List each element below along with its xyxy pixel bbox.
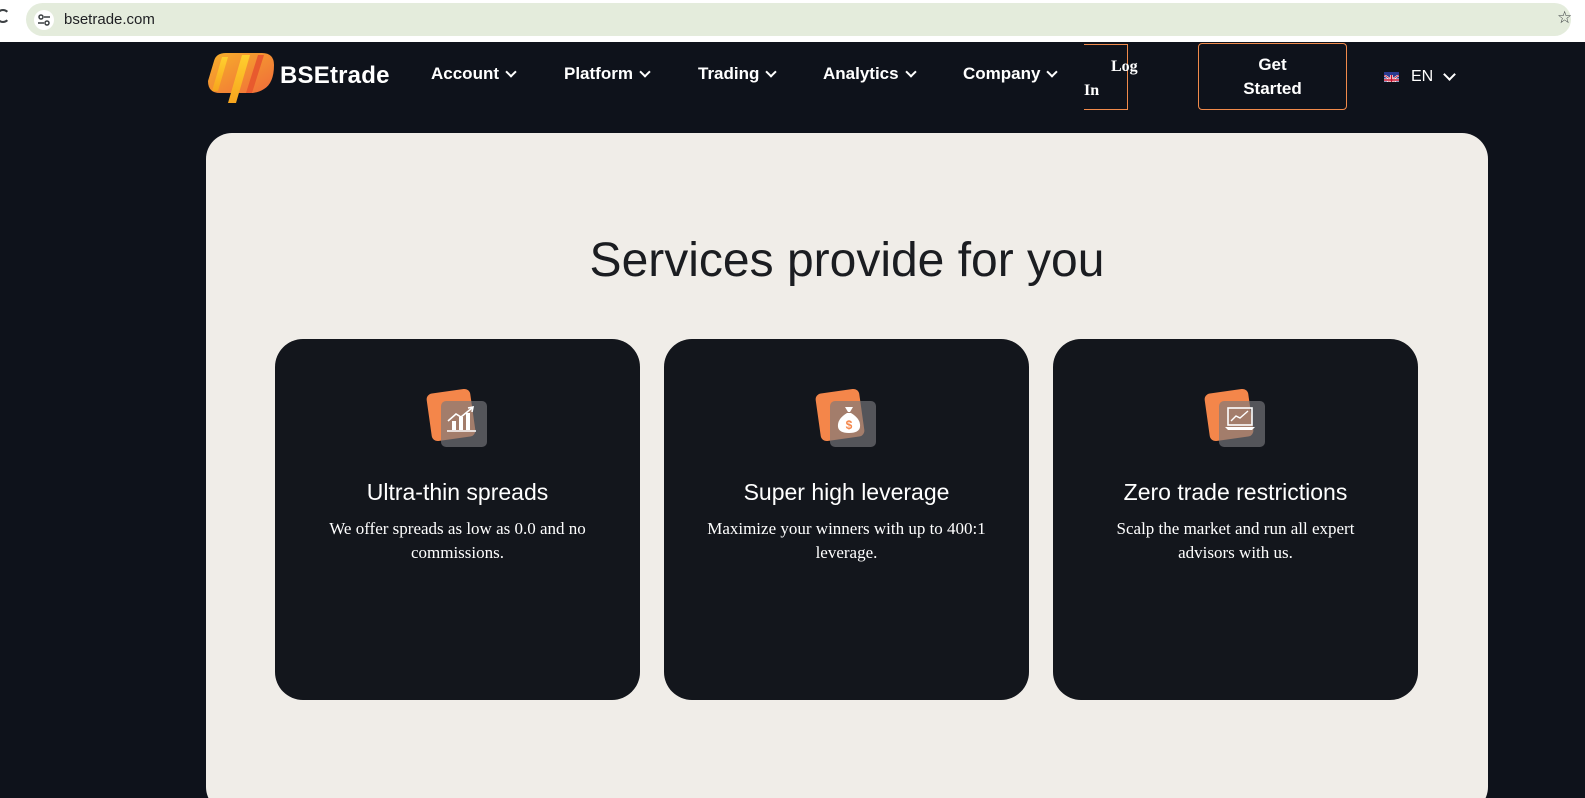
url-text: bsetrade.com: [64, 11, 155, 28]
login-button-label[interactable]: Log In: [1084, 55, 1142, 103]
chart-growth-icon: [425, 388, 489, 449]
card-title: Zero trade restrictions: [1123, 479, 1348, 505]
address-bar[interactable]: bsetrade.com: [26, 3, 1571, 36]
reload-icon[interactable]: [0, 9, 10, 23]
site-logo[interactable]: BSEtrade: [206, 47, 390, 105]
nav-account[interactable]: Account: [431, 64, 517, 84]
nav-platform-label: Platform: [564, 64, 633, 83]
uk-flag-icon: [1384, 72, 1399, 82]
nav-company-label: Company: [963, 64, 1041, 83]
laptop-chart-icon: [1203, 388, 1267, 449]
nav-trading-label: Trading: [698, 64, 760, 83]
logo-text: BSEtrade: [280, 62, 390, 89]
service-card-restrictions: Zero trade restrictions Scalp the market…: [1053, 339, 1418, 700]
nav-account-label: Account: [431, 64, 499, 83]
svg-text:$: $: [846, 418, 853, 432]
card-title: Super high leverage: [743, 479, 950, 505]
chevron-down-icon: [639, 66, 651, 78]
nav-company[interactable]: Company: [963, 64, 1059, 84]
section-title: Services provide for you: [589, 234, 1105, 287]
language-label: EN: [1411, 68, 1434, 85]
nav-platform[interactable]: Platform: [564, 64, 651, 84]
card-description: We offer spreads as low as 0.0 and no co…: [329, 519, 586, 562]
money-bag-icon: $: [814, 388, 878, 449]
services-section: Services provide for you Ultra-thin spre…: [206, 133, 1488, 798]
chevron-down-icon: [904, 66, 917, 78]
card-description: Scalp the market and run all expert advi…: [1116, 519, 1355, 562]
service-card-leverage: $ Super high leverage Maximize your winn…: [664, 339, 1029, 700]
nav-trading[interactable]: Trading: [698, 64, 778, 84]
nav-analytics[interactable]: Analytics: [823, 64, 917, 84]
browser-toolbar: bsetrade.com ☆: [0, 0, 1585, 42]
site-info-icon[interactable]: [34, 10, 54, 30]
chevron-down-icon: [1046, 66, 1059, 78]
chevron-down-icon: [765, 66, 778, 78]
chevron-down-icon: [505, 66, 517, 78]
card-title: Ultra-thin spreads: [366, 479, 549, 505]
logo-mark-icon: [206, 47, 276, 105]
bookmark-star-icon[interactable]: ☆: [1557, 9, 1572, 26]
language-selector[interactable]: EN: [1384, 68, 1457, 86]
get-started-button[interactable]: Get Started: [1198, 43, 1347, 110]
chevron-down-icon: [1443, 68, 1457, 81]
service-card-spreads: Ultra-thin spreads We offer spreads as l…: [275, 339, 640, 700]
card-description: Maximize your winners with up to 400:1 l…: [707, 519, 986, 562]
nav-analytics-label: Analytics: [823, 64, 899, 83]
